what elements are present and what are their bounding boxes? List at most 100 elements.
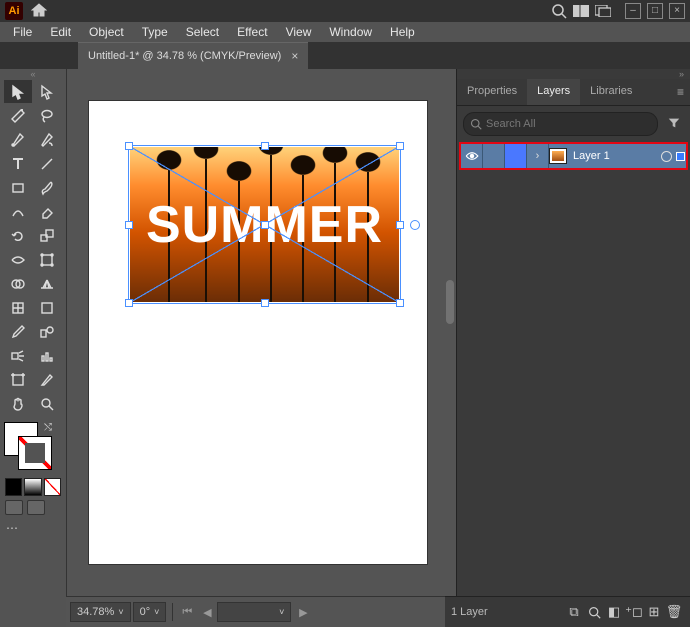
eyedropper-tool[interactable] bbox=[4, 320, 32, 343]
edit-toolbar-icon[interactable]: ⋯ bbox=[6, 521, 18, 535]
vertical-scrollbar[interactable] bbox=[446, 280, 454, 324]
create-sublayer-icon[interactable]: ⁺◻ bbox=[624, 604, 644, 620]
handle-top-left[interactable] bbox=[125, 142, 133, 150]
layer-paste-remembers-icon[interactable]: ⧉ bbox=[564, 604, 584, 620]
zoom-tool[interactable] bbox=[33, 392, 61, 415]
fill-stroke-swatches[interactable]: ⤭ bbox=[4, 422, 52, 470]
layer-name[interactable]: Layer 1 bbox=[567, 150, 660, 162]
panel-grip-icon[interactable]: « bbox=[0, 69, 66, 79]
expand-layer-icon[interactable]: › bbox=[527, 144, 549, 168]
prev-artboard-button[interactable]: ◀ bbox=[198, 604, 216, 620]
first-artboard-button[interactable]: ⏮ bbox=[178, 604, 196, 620]
handle-middle-right[interactable] bbox=[396, 221, 404, 229]
handle-top-center[interactable] bbox=[261, 142, 269, 150]
lasso-tool[interactable] bbox=[33, 104, 61, 127]
stroke-swatch[interactable] bbox=[18, 436, 52, 470]
panel-collapse-icon[interactable]: » bbox=[457, 69, 690, 79]
layer-item[interactable]: › Layer 1 bbox=[459, 142, 688, 170]
menu-effect[interactable]: Effect bbox=[228, 23, 276, 41]
line-segment-tool[interactable] bbox=[33, 152, 61, 175]
menu-window[interactable]: Window bbox=[320, 23, 381, 41]
target-icon[interactable] bbox=[661, 151, 672, 162]
free-transform-tool[interactable] bbox=[33, 248, 61, 271]
zoom-level-input[interactable]: 34.78%˅ bbox=[70, 602, 131, 622]
maximize-button[interactable]: □ bbox=[647, 3, 663, 19]
artboard-tool[interactable] bbox=[4, 368, 32, 391]
magic-wand-tool[interactable] bbox=[4, 104, 32, 127]
blend-tool[interactable] bbox=[33, 320, 61, 343]
workspace-switcher-icon[interactable] bbox=[593, 3, 613, 19]
selection-tool[interactable] bbox=[4, 80, 32, 103]
eraser-tool[interactable] bbox=[33, 200, 61, 223]
lock-column[interactable] bbox=[483, 144, 505, 168]
minimize-button[interactable]: – bbox=[625, 3, 641, 19]
canvas[interactable]: SUMMER bbox=[67, 69, 456, 596]
shape-builder-tool[interactable] bbox=[4, 272, 32, 295]
menu-file[interactable]: File bbox=[4, 23, 41, 41]
draw-mode-normal[interactable] bbox=[5, 500, 23, 515]
paintbrush-tool[interactable] bbox=[33, 176, 61, 199]
pen-tool[interactable] bbox=[4, 128, 32, 151]
tab-libraries[interactable]: Libraries bbox=[580, 79, 642, 105]
draw-mode-behind[interactable] bbox=[27, 500, 45, 515]
next-artboard-button[interactable]: ▶ bbox=[294, 604, 312, 620]
scale-tool[interactable] bbox=[33, 224, 61, 247]
panel-menu-icon[interactable]: ≡ bbox=[671, 79, 690, 105]
selection-bounding-box[interactable] bbox=[128, 145, 401, 304]
color-mode-gradient[interactable] bbox=[24, 478, 41, 496]
handle-bottom-left[interactable] bbox=[125, 299, 133, 307]
handle-top-right[interactable] bbox=[396, 142, 404, 150]
search-icon[interactable] bbox=[549, 3, 569, 19]
close-button[interactable]: × bbox=[669, 3, 685, 19]
handle-middle-left[interactable] bbox=[125, 221, 133, 229]
rotate-handle[interactable] bbox=[410, 220, 420, 230]
document-tab-title: Untitled-1* @ 34.78 % (CMYK/Preview) bbox=[88, 50, 281, 62]
menu-bar: File Edit Object Type Select Effect View… bbox=[0, 22, 690, 42]
color-mode-solid[interactable] bbox=[5, 478, 22, 496]
width-tool[interactable] bbox=[4, 248, 32, 271]
menu-object[interactable]: Object bbox=[80, 23, 133, 41]
menu-edit[interactable]: Edit bbox=[41, 23, 80, 41]
menu-type[interactable]: Type bbox=[133, 23, 177, 41]
hand-tool[interactable] bbox=[4, 392, 32, 415]
swap-fill-stroke-icon[interactable]: ⤭ bbox=[44, 422, 52, 433]
tab-properties[interactable]: Properties bbox=[457, 79, 527, 105]
menu-help[interactable]: Help bbox=[381, 23, 424, 41]
menu-view[interactable]: View bbox=[277, 23, 321, 41]
placed-image[interactable]: SUMMER bbox=[130, 147, 399, 302]
selection-indicator-icon[interactable] bbox=[676, 152, 685, 161]
close-tab-icon[interactable]: × bbox=[291, 49, 298, 63]
handle-bottom-right[interactable] bbox=[396, 299, 404, 307]
rotate-tool[interactable] bbox=[4, 224, 32, 247]
arrange-documents-icon[interactable] bbox=[571, 3, 591, 19]
layers-filter-icon[interactable] bbox=[664, 116, 684, 133]
symbol-sprayer-tool[interactable] bbox=[4, 344, 32, 367]
visibility-toggle-icon[interactable] bbox=[461, 144, 483, 168]
handle-bottom-center[interactable] bbox=[261, 299, 269, 307]
artboard[interactable]: SUMMER bbox=[89, 101, 427, 564]
menu-select[interactable]: Select bbox=[177, 23, 228, 41]
make-clipping-mask-icon[interactable]: ◧ bbox=[604, 604, 624, 620]
document-tab[interactable]: Untitled-1* @ 34.78 % (CMYK/Preview) × bbox=[78, 42, 308, 69]
handle-center[interactable] bbox=[261, 221, 269, 229]
slice-tool[interactable] bbox=[33, 368, 61, 391]
home-icon[interactable] bbox=[31, 3, 47, 20]
tab-layers[interactable]: Layers bbox=[527, 79, 580, 105]
color-mode-none[interactable] bbox=[44, 478, 61, 496]
type-tool[interactable] bbox=[4, 152, 32, 175]
artboard-nav-input[interactable]: ˅ bbox=[217, 602, 291, 622]
locate-object-icon[interactable] bbox=[584, 606, 604, 619]
layers-search-input[interactable]: Search All bbox=[463, 112, 658, 136]
rotate-view-input[interactable]: 0°˅ bbox=[133, 602, 167, 622]
new-layer-icon[interactable]: ⊞ bbox=[644, 604, 664, 620]
layer-color-column bbox=[505, 144, 527, 168]
shaper-tool[interactable] bbox=[4, 200, 32, 223]
gradient-tool[interactable] bbox=[33, 296, 61, 319]
curvature-tool[interactable] bbox=[33, 128, 61, 151]
delete-layer-icon[interactable]: 🗑 bbox=[664, 604, 684, 620]
column-graph-tool[interactable] bbox=[33, 344, 61, 367]
rectangle-tool[interactable] bbox=[4, 176, 32, 199]
direct-selection-tool[interactable] bbox=[33, 80, 61, 103]
perspective-grid-tool[interactable] bbox=[33, 272, 61, 295]
mesh-tool[interactable] bbox=[4, 296, 32, 319]
